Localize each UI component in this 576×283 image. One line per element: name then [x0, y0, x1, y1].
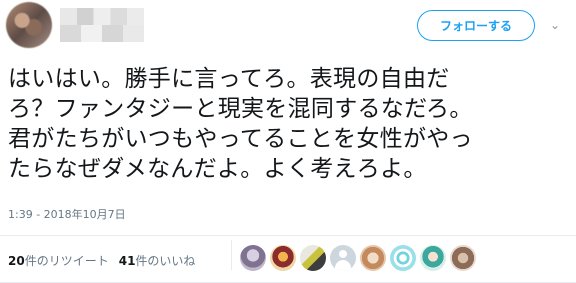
- liker-avatars: [240, 245, 480, 271]
- retweet-label: 件のリツイート: [24, 254, 109, 268]
- follow-button-label: フォローする: [439, 19, 512, 33]
- divider: [0, 235, 576, 236]
- retweet-count: 20: [8, 254, 25, 268]
- like-count-link[interactable]: 41件のいいね: [119, 252, 196, 269]
- tweet-line: たらなぜダメなんだよ。よく考えろよ。: [8, 156, 427, 182]
- default-avatar-icon[interactable]: [330, 245, 356, 271]
- liker-avatar[interactable]: [420, 245, 446, 271]
- like-count: 41: [118, 254, 136, 268]
- like-label: 件のいいね: [135, 254, 196, 268]
- user-avatar[interactable]: [6, 2, 52, 48]
- tweet-line: ろ？ファンタジーと現実を混同するなだろ。: [8, 96, 473, 122]
- liker-avatar[interactable]: [240, 245, 266, 271]
- liker-avatar[interactable]: [450, 245, 476, 271]
- tweet-line: 君がたちがいつもやってることを女性がやっ: [8, 126, 473, 152]
- retweet-count-link[interactable]: 20件のリツイート: [8, 252, 109, 269]
- tweet-text: はいはい。勝手に言ってろ。表現の自由だ ろ？ファンタジーと現実を混同するなだろ。…: [8, 64, 568, 184]
- liker-avatar[interactable]: [360, 245, 386, 271]
- tweet-timestamp[interactable]: 1:39 - 2018年10月7日: [8, 206, 126, 222]
- liker-avatar[interactable]: [270, 245, 296, 271]
- blurred-username[interactable]: [60, 8, 144, 42]
- follow-button[interactable]: フォローする: [417, 10, 535, 41]
- tweet-stats: 20件のリツイート 41件のいいね: [8, 252, 205, 269]
- stats-divider: [231, 240, 232, 270]
- liker-avatar[interactable]: [300, 245, 326, 271]
- tweet-line: はいはい。勝手に言ってろ。表現の自由だ: [8, 66, 450, 92]
- chevron-down-icon[interactable]: ⌄: [548, 18, 562, 32]
- liker-avatar[interactable]: [390, 245, 416, 271]
